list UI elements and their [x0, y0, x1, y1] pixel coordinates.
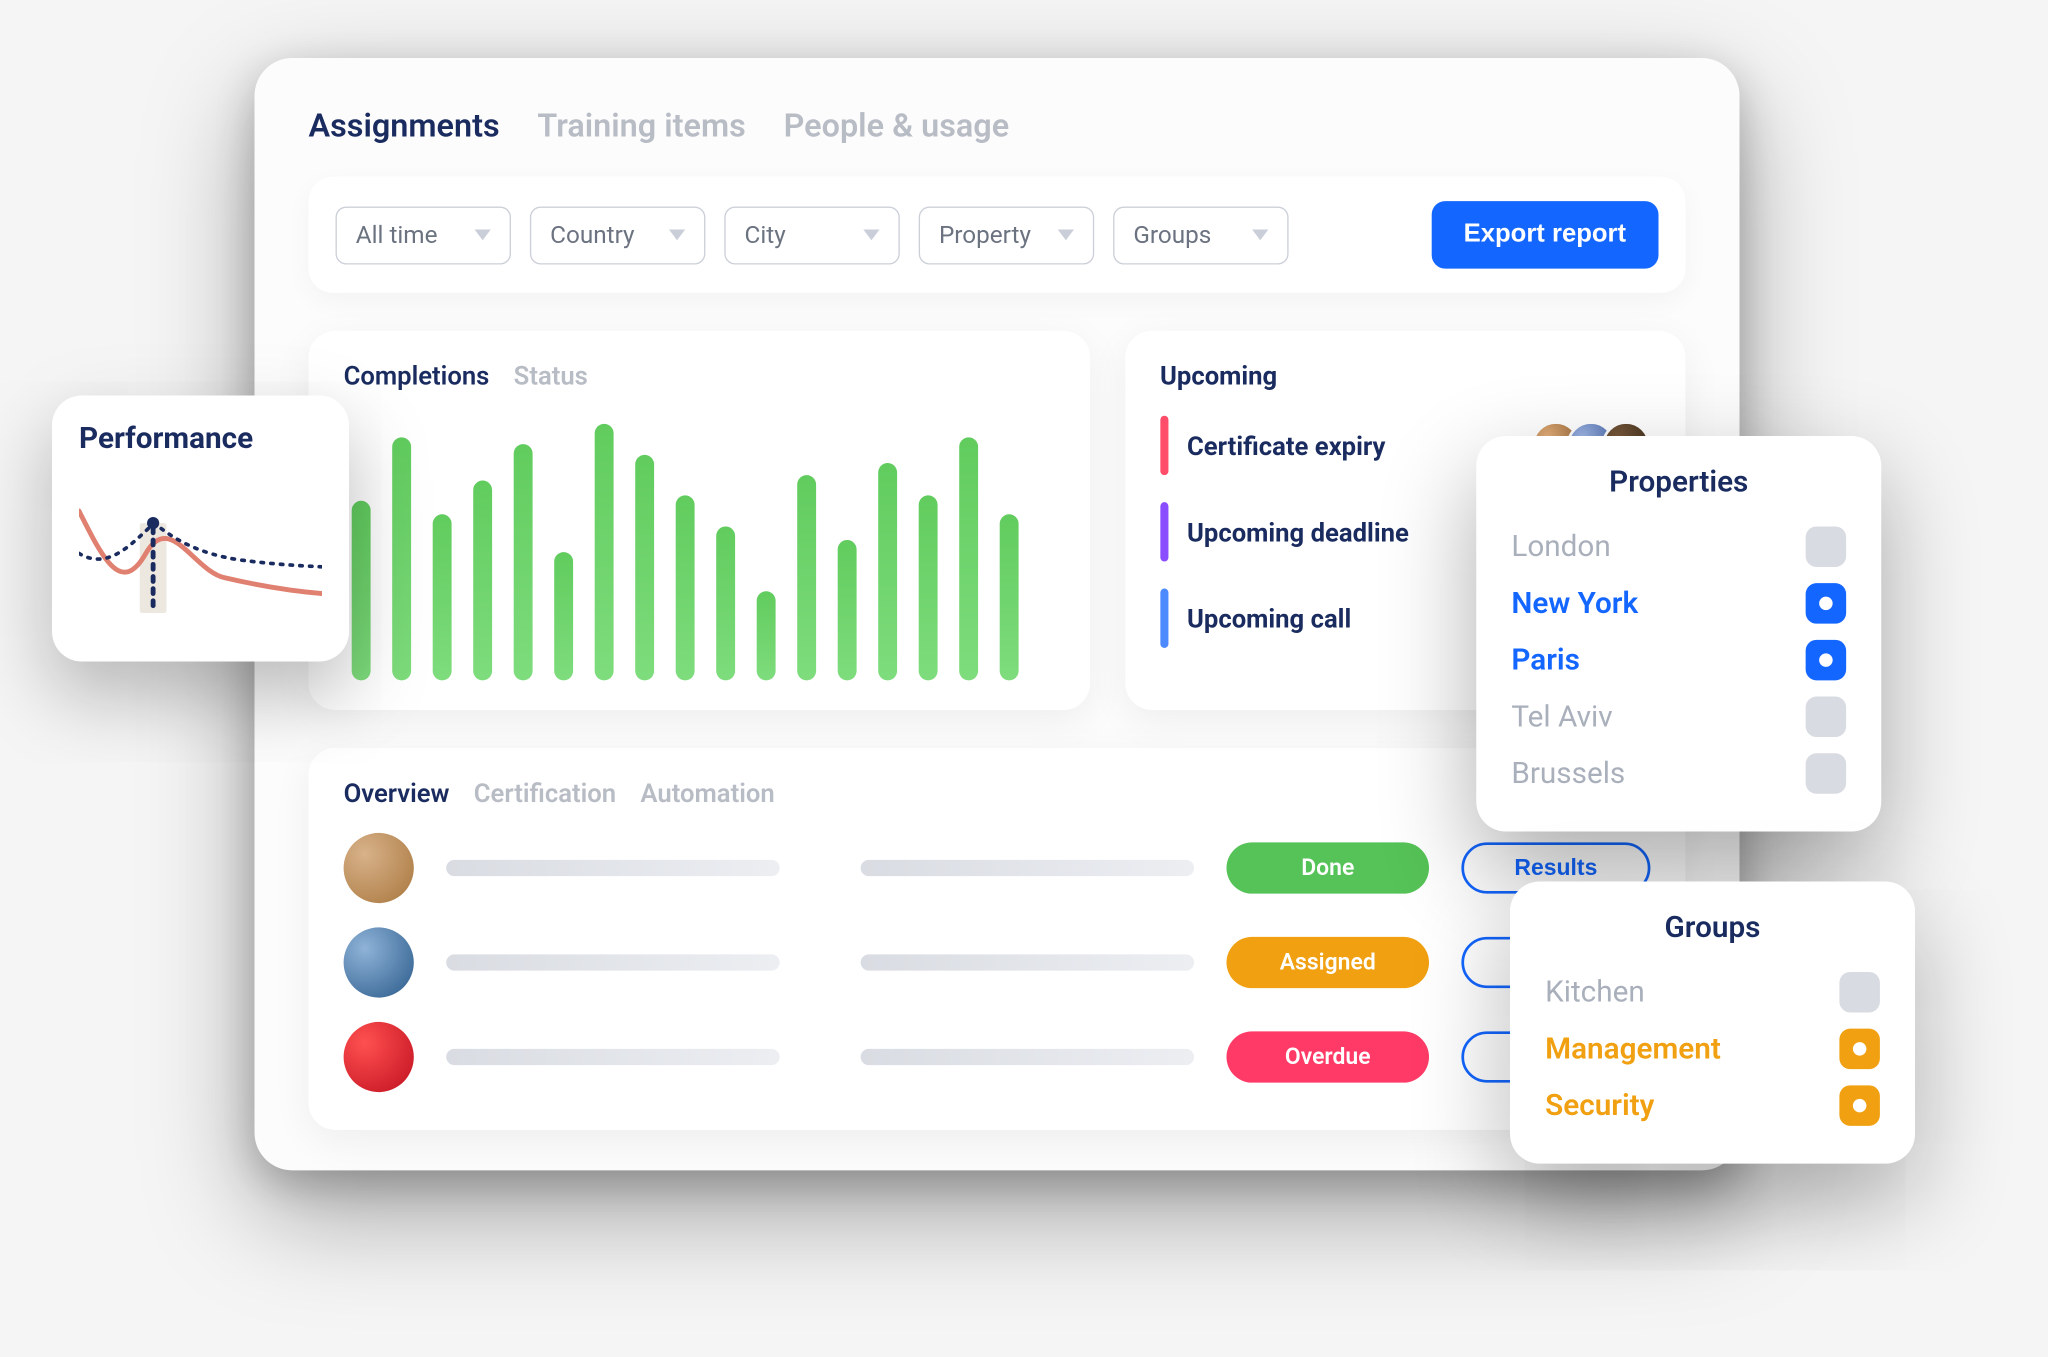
filter-groups-label: Groups: [1133, 220, 1211, 248]
checkbox-icon[interactable]: [1806, 639, 1847, 680]
performance-title: Performance: [79, 422, 322, 456]
status-badge: Done: [1227, 842, 1430, 893]
property-option[interactable]: Paris: [1511, 631, 1846, 688]
chart-bar: [676, 495, 695, 680]
group-option[interactable]: Management: [1545, 1020, 1880, 1077]
tab-people-usage[interactable]: People & usage: [784, 106, 1010, 144]
overview-row: DoneResults: [344, 832, 1651, 902]
upcoming-label: Certificate expiry: [1187, 429, 1526, 460]
option-label: Paris: [1511, 643, 1580, 677]
completions-bar-chart: [344, 410, 1055, 680]
option-label: Security: [1545, 1088, 1654, 1122]
performance-card: Performance: [52, 395, 349, 661]
filter-time-dropdown[interactable]: All time: [336, 205, 512, 263]
groups-filter-card: Groups Kitchen Management Security: [1510, 881, 1915, 1163]
performance-line-chart: [79, 472, 322, 634]
chart-bar: [919, 495, 938, 680]
checkbox-icon[interactable]: [1839, 1028, 1880, 1069]
chart-bar: [554, 552, 573, 680]
property-option[interactable]: Brussels: [1511, 745, 1846, 802]
checkbox-icon[interactable]: [1806, 753, 1847, 794]
status-badge: Overdue: [1227, 1031, 1430, 1082]
checkbox-icon[interactable]: [1839, 1085, 1880, 1126]
option-label: Tel Aviv: [1511, 699, 1612, 733]
chart-bar: [838, 539, 857, 680]
completions-card: Completions Status: [309, 330, 1090, 709]
upcoming-title: Upcoming: [1160, 360, 1650, 391]
avatar: [344, 927, 414, 997]
export-report-button[interactable]: Export report: [1431, 201, 1658, 269]
row-content-placeholder: [446, 1048, 1194, 1064]
checkbox-icon[interactable]: [1806, 583, 1847, 624]
option-label: Management: [1545, 1032, 1721, 1066]
avatar: [344, 832, 414, 902]
group-option[interactable]: Kitchen: [1545, 963, 1880, 1020]
chevron-down-icon: [863, 229, 879, 240]
chart-bar: [878, 462, 897, 680]
property-option[interactable]: Tel Aviv: [1511, 688, 1846, 745]
filter-country-label: Country: [550, 220, 634, 248]
accent-bar-icon: [1160, 415, 1168, 474]
property-option[interactable]: London: [1511, 518, 1846, 575]
option-label: Kitchen: [1545, 975, 1645, 1009]
chevron-down-icon: [1058, 229, 1074, 240]
chart-bar: [757, 590, 776, 680]
option-label: Brussels: [1511, 756, 1625, 790]
filter-city-dropdown[interactable]: City: [724, 205, 900, 263]
automation-tab[interactable]: Automation: [640, 777, 774, 808]
checkbox-icon[interactable]: [1806, 526, 1847, 567]
filter-property-label: Property: [939, 220, 1031, 248]
filter-city-label: City: [745, 220, 786, 248]
checkbox-icon[interactable]: [1839, 971, 1880, 1012]
chart-bar: [1000, 513, 1019, 680]
properties-filter-card: Properties London New York Paris Tel Aviv Br…: [1476, 436, 1881, 832]
avatar: [344, 1021, 414, 1091]
chevron-down-icon: [669, 229, 685, 240]
chart-bar: [635, 454, 654, 680]
top-tabs: Assignments Training items People & usag…: [309, 106, 1686, 144]
chart-bar: [797, 475, 816, 680]
properties-title: Properties: [1511, 465, 1846, 499]
completions-tab[interactable]: Completions: [344, 360, 490, 391]
status-tab[interactable]: Status: [514, 360, 588, 391]
groups-title: Groups: [1545, 911, 1880, 945]
overview-row: AssignedResults: [344, 927, 1651, 997]
tab-training-items[interactable]: Training items: [537, 106, 745, 144]
filter-bar: All time Country City Property Groups Ex…: [309, 176, 1686, 292]
chart-bar: [514, 444, 533, 680]
filter-country-dropdown[interactable]: Country: [530, 205, 706, 263]
accent-bar-icon: [1160, 588, 1168, 647]
accent-bar-icon: [1160, 502, 1168, 561]
property-option[interactable]: New York: [1511, 575, 1846, 632]
chart-bar: [595, 423, 614, 680]
chevron-down-icon: [1252, 229, 1268, 240]
filter-time-label: All time: [356, 220, 438, 248]
chart-bar: [959, 436, 978, 680]
overview-tab[interactable]: Overview: [344, 777, 450, 808]
filter-groups-dropdown[interactable]: Groups: [1113, 205, 1289, 263]
chevron-down-icon: [475, 229, 491, 240]
status-badge: Assigned: [1227, 936, 1430, 987]
filter-property-dropdown[interactable]: Property: [919, 205, 1095, 263]
chart-bar: [433, 513, 452, 680]
tab-assignments[interactable]: Assignments: [309, 106, 500, 144]
option-label: New York: [1511, 586, 1638, 620]
checkbox-icon[interactable]: [1806, 696, 1847, 737]
row-content-placeholder: [446, 954, 1194, 970]
overview-row: OverdueResults: [344, 1021, 1651, 1091]
option-label: London: [1511, 529, 1610, 563]
chart-bar: [352, 500, 371, 680]
group-option[interactable]: Security: [1545, 1077, 1880, 1134]
row-content-placeholder: [446, 859, 1194, 875]
chart-bar: [473, 480, 492, 680]
chart-bar: [716, 526, 735, 680]
certification-tab[interactable]: Certification: [474, 777, 616, 808]
chart-bar: [392, 436, 411, 680]
